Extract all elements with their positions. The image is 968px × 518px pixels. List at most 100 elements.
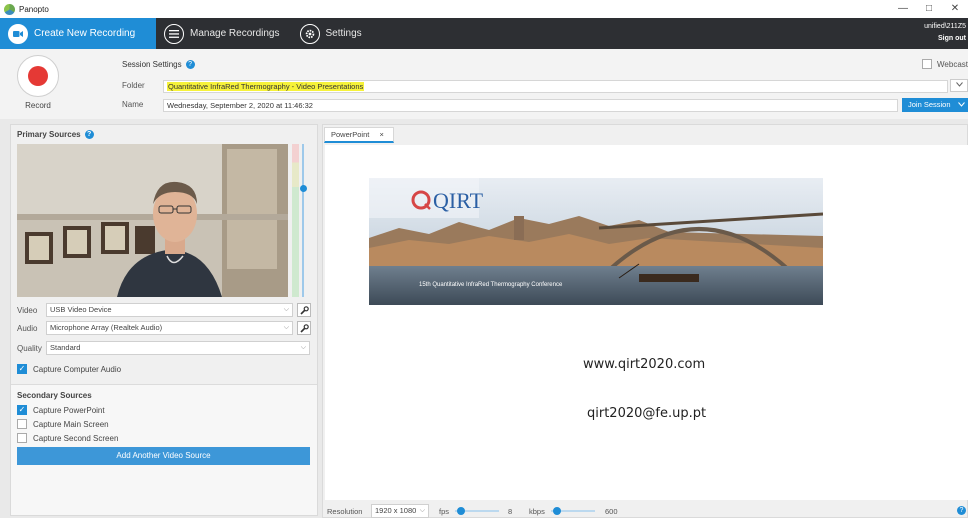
- banner-caption: 15th Quantitative InfraRed Thermography …: [419, 282, 563, 288]
- name-label: Name: [122, 100, 144, 109]
- capture-computer-audio-label: Capture Computer Audio: [33, 364, 122, 374]
- audio-label: Audio: [17, 323, 38, 333]
- add-another-video-source-button[interactable]: Add Another Video Source: [17, 447, 310, 465]
- help-icon[interactable]: ?: [957, 506, 966, 515]
- resolution-value: 1920 x 1080: [375, 506, 417, 515]
- video-device-value: USB Video Device: [50, 305, 112, 314]
- quality-row: Quality Standard ⌵: [17, 341, 310, 355]
- quality-select[interactable]: Standard ⌵: [46, 341, 310, 355]
- list-icon: [164, 23, 184, 44]
- chevron-down-icon: ⌵: [419, 507, 425, 514]
- fps-label: fps: [439, 507, 450, 516]
- close-button[interactable]: ✕: [942, 0, 968, 18]
- audio-device-select[interactable]: Microphone Array (Realtek Audio) ⌵: [46, 321, 293, 335]
- video-camera-icon: [8, 23, 28, 44]
- capture-main-screen-option[interactable]: Capture Main Screen: [17, 418, 109, 430]
- audio-settings-button[interactable]: [297, 321, 311, 335]
- secondary-sources-title: Secondary Sources: [17, 391, 92, 400]
- chevron-down-icon: [955, 82, 963, 87]
- resolution-select[interactable]: 1920 x 1080 ⌵: [371, 504, 429, 518]
- name-field[interactable]: Wednesday, September 2, 2020 at 11:46:32: [163, 99, 898, 112]
- panopto-logo-icon: [4, 3, 15, 15]
- capture-second-screen-label: Capture Second Screen: [33, 433, 119, 443]
- sign-out-link[interactable]: Sign out: [924, 33, 966, 45]
- window-controls: — □ ✕: [890, 0, 968, 18]
- tab-label: Settings: [325, 28, 362, 39]
- conference-banner: QIRT 15th Quantitative InfraRed Thermogr…: [369, 178, 823, 305]
- audio-level-meter: [292, 144, 299, 297]
- window-title: Panopto: [19, 4, 49, 14]
- video-device-select[interactable]: USB Video Device ⌵: [46, 303, 293, 317]
- record-button[interactable]: [17, 55, 59, 97]
- folder-value: Quantitative InfraRed Thermography - Vid…: [167, 82, 365, 91]
- kbps-value: 600: [605, 507, 618, 516]
- record-label: Record: [25, 101, 51, 110]
- info-icon[interactable]: ?: [84, 130, 94, 139]
- capture-powerpoint-checkbox[interactable]: ✓: [17, 405, 27, 415]
- video-source-row: Video USB Video Device ⌵: [17, 303, 293, 317]
- qirt-logo-text: QIRT: [433, 188, 484, 213]
- record-icon: [28, 66, 48, 86]
- webcast-label: Webcast: [937, 59, 968, 69]
- maximize-button[interactable]: □: [916, 0, 942, 18]
- tab-manage-recordings[interactable]: Manage Recordings: [156, 18, 292, 49]
- tab-label: Create New Recording: [34, 28, 136, 39]
- webcast-checkbox[interactable]: [922, 59, 933, 69]
- video-label: Video: [17, 305, 38, 315]
- minimize-button[interactable]: —: [890, 0, 916, 18]
- main-nav: Create New Recording Manage Recordings S…: [0, 18, 968, 49]
- sources-panel: Primary Sources ? Video USB Video Device…: [10, 124, 318, 516]
- porto-banner-image: QIRT 15th Quantitative InfraRed Thermogr…: [369, 178, 823, 305]
- username: unified\211Z5: [924, 23, 966, 30]
- capture-main-screen-label: Capture Main Screen: [33, 419, 109, 429]
- folder-label: Folder: [122, 81, 145, 90]
- join-session-label: Join Session: [908, 100, 951, 109]
- wrench-icon: [299, 305, 309, 315]
- session-header: Record Session Settings ? Folder Quantit…: [0, 49, 968, 119]
- capture-powerpoint-label: Capture PowerPoint: [33, 405, 105, 415]
- preview-panel: PowerPoint × QIRT 15th Quantitative Infr…: [322, 124, 968, 518]
- volume-slider-handle[interactable]: [300, 185, 307, 192]
- capture-computer-audio-option[interactable]: ✓ Capture Computer Audio: [17, 363, 121, 375]
- gear-icon: [299, 23, 320, 44]
- tab-create-new-recording[interactable]: Create New Recording: [0, 18, 156, 49]
- fps-slider-handle[interactable]: [457, 507, 465, 515]
- secondary-sources-section: Secondary Sources ✓ Capture PowerPoint C…: [11, 384, 317, 515]
- chevron-down-icon: ⌵: [283, 306, 289, 313]
- conference-email: qirt2020@fe.up.pt: [587, 406, 707, 421]
- folder-dropdown-button[interactable]: [950, 79, 968, 92]
- video-settings-button[interactable]: [297, 303, 311, 317]
- webcam-preview: [17, 144, 288, 297]
- webcast-option[interactable]: Webcast: [922, 59, 968, 69]
- capture-second-screen-checkbox[interactable]: [17, 433, 27, 443]
- capture-computer-audio-checkbox[interactable]: ✓: [17, 364, 27, 374]
- close-tab-icon[interactable]: ×: [379, 130, 383, 139]
- quality-label: Quality: [17, 343, 42, 353]
- audio-device-value: Microphone Array (Realtek Audio): [50, 323, 163, 332]
- fps-value: 8: [508, 507, 513, 516]
- user-info: unified\211Z5 Sign out: [924, 21, 966, 45]
- volume-slider-track[interactable]: [302, 144, 304, 297]
- kbps-slider-handle[interactable]: [553, 507, 561, 515]
- chevron-down-icon: ⌵: [283, 324, 289, 331]
- chevron-down-icon: [957, 102, 965, 107]
- quality-value: Standard: [50, 343, 81, 352]
- audio-source-row: Audio Microphone Array (Realtek Audio) ⌵: [17, 321, 293, 335]
- window-title-bar: Panopto — □ ✕: [0, 0, 968, 18]
- resolution-label: Resolution: [327, 507, 363, 516]
- join-session-button[interactable]: Join Session: [902, 98, 968, 112]
- tab-powerpoint[interactable]: PowerPoint ×: [324, 127, 394, 143]
- folder-field[interactable]: Quantitative InfraRed Thermography - Vid…: [163, 80, 948, 93]
- info-icon[interactable]: ?: [185, 60, 195, 69]
- tab-powerpoint-label: PowerPoint: [331, 130, 370, 139]
- status-bar: Resolution 1920 x 1080 ⌵ fps 8 kbps 600 …: [323, 503, 968, 518]
- capture-powerpoint-option[interactable]: ✓ Capture PowerPoint: [17, 404, 105, 416]
- session-settings-label: Session Settings: [122, 60, 182, 69]
- powerpoint-slide-preview: QIRT 15th Quantitative InfraRed Thermogr…: [325, 145, 968, 500]
- capture-main-screen-checkbox[interactable]: [17, 419, 27, 429]
- primary-sources-title: Primary Sources ?: [17, 130, 94, 139]
- tab-settings[interactable]: Settings: [292, 18, 374, 49]
- conference-url: www.qirt2020.com: [583, 357, 706, 372]
- capture-second-screen-option[interactable]: Capture Second Screen: [17, 432, 118, 444]
- wrench-icon: [299, 323, 309, 333]
